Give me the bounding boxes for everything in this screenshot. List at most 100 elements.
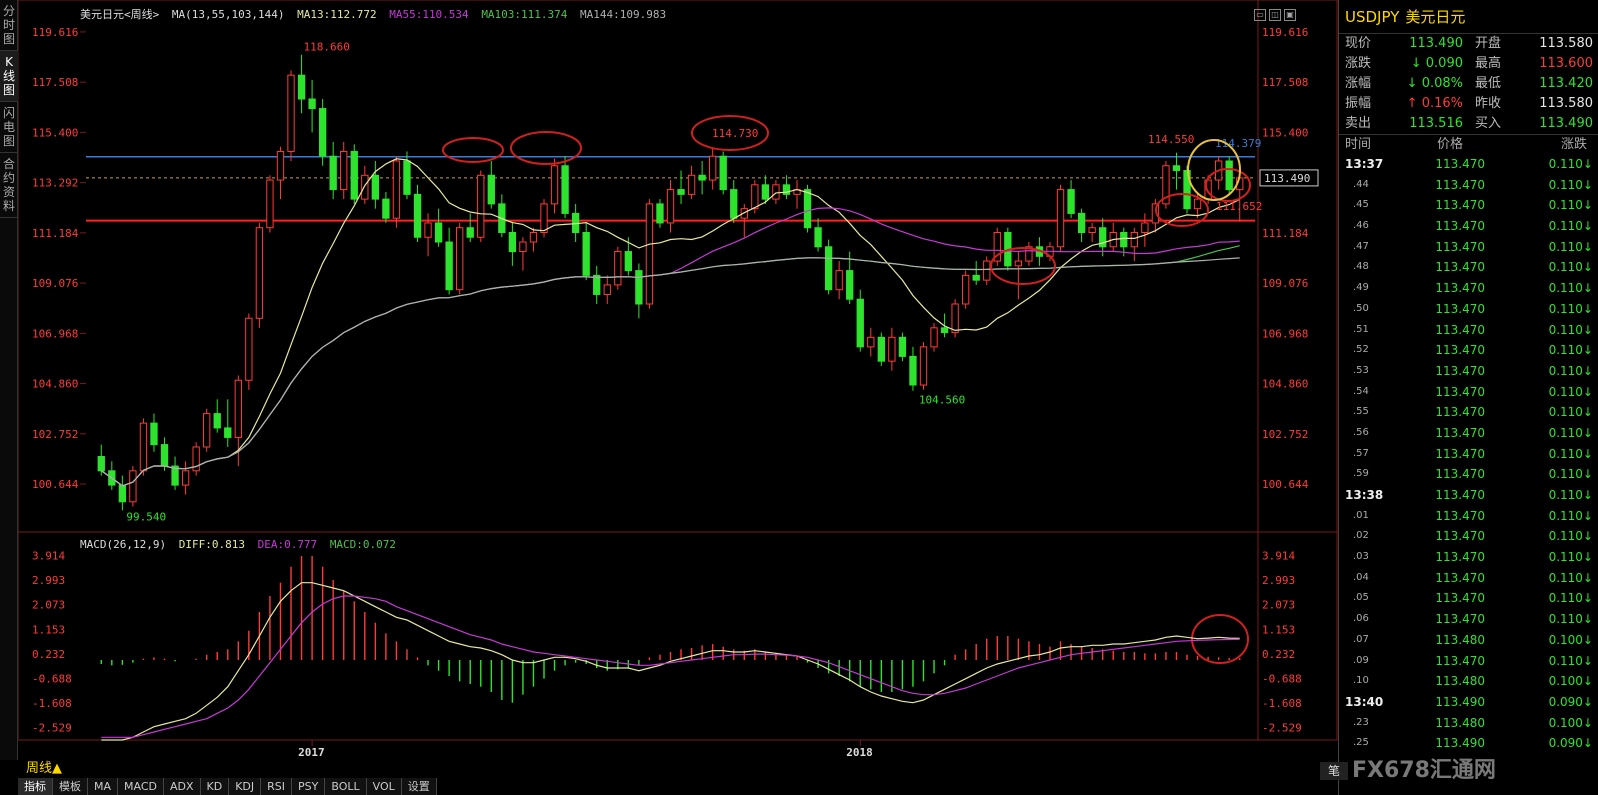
left-view-tabs: 分时图K线图闪电图合约资料	[0, 0, 18, 760]
ma13-value: MA13:112.772	[297, 8, 377, 21]
indicator-tab-boll[interactable]: BOLL	[325, 778, 367, 795]
tick-row[interactable]: .02 113.470 0.110↓	[1339, 526, 1598, 547]
candle-body	[139, 422, 148, 472]
macd-tick-left: 1.153	[32, 623, 65, 636]
tick-row[interactable]: .44 113.470 0.110↓	[1339, 175, 1598, 196]
tick-table[interactable]: 13:37 113.470 0.110↓ .44 113.470 0.110↓ .45 113…	[1339, 154, 1598, 754]
tick-row[interactable]: .01 113.470 0.110↓	[1339, 506, 1598, 527]
tick-time: 13:37	[1345, 157, 1384, 171]
indicator-tab-vol[interactable]: VOL	[366, 778, 402, 795]
indicator-tab-kdj[interactable]: KDJ	[229, 778, 262, 795]
tick-row[interactable]: .47 113.470 0.110↓	[1339, 237, 1598, 258]
quote-row: 卖出 113.516 买入 113.490	[1339, 114, 1598, 134]
candle-body	[97, 456, 105, 472]
indicator-tab-模板[interactable]: 模板	[53, 778, 88, 795]
tick-row[interactable]: 13:38 113.470 0.110↓	[1339, 485, 1598, 506]
macd-pane-frame	[17, 531, 1338, 741]
indicator-tab-ma[interactable]: MA	[88, 778, 119, 795]
tick-price: 113.470	[1435, 343, 1485, 358]
tick-row[interactable]: .25 113.490 0.090↓	[1339, 733, 1598, 754]
tick-table-header: 时间 价格 涨跌	[1339, 134, 1598, 154]
tick-row[interactable]: .54 113.470 0.110↓	[1339, 382, 1598, 403]
indicator-tab-设置[interactable]: 设置	[401, 778, 437, 795]
tick-row[interactable]: .23 113.480 0.100↓	[1339, 713, 1598, 734]
ma103-line	[100, 245, 1240, 487]
tick-row[interactable]: .53 113.470 0.110↓	[1339, 361, 1598, 382]
tick-time: .48	[1353, 261, 1369, 273]
tick-change: 0.090↓	[1548, 736, 1593, 751]
candle-body	[877, 336, 885, 362]
candle-body	[940, 327, 949, 334]
macd-params: MACD(26,12,9)	[80, 538, 167, 551]
tick-row[interactable]: .03 113.470 0.110↓	[1339, 547, 1598, 568]
indicator-tab-指标[interactable]: 指标	[18, 778, 53, 795]
tick-row[interactable]: .48 113.470 0.110↓	[1339, 257, 1598, 278]
tick-change: 0.110↓	[1548, 591, 1593, 606]
tick-row[interactable]: .51 113.470 0.110↓	[1339, 320, 1598, 341]
candle-body	[1120, 231, 1128, 248]
indicator-tab-adx[interactable]: ADX	[164, 778, 201, 795]
candle-body	[624, 251, 632, 272]
tick-row[interactable]: 13:37 113.470 0.110↓	[1339, 154, 1598, 175]
macd-tick-right: 3.914	[1262, 550, 1295, 563]
tick-row[interactable]: .56 113.470 0.110↓	[1339, 423, 1598, 444]
tick-row[interactable]: .46 113.470 0.110↓	[1339, 216, 1598, 237]
left-tab-2[interactable]: 闪电图	[0, 102, 18, 153]
tick-row[interactable]: .10 113.480 0.100↓	[1339, 671, 1598, 692]
tick-row[interactable]: .07 113.480 0.100↓	[1339, 630, 1598, 651]
quote-label: 最高	[1475, 56, 1502, 71]
tick-time: .50	[1353, 302, 1369, 314]
quote-label: 买入	[1475, 116, 1502, 131]
left-tab-1[interactable]: K线图	[0, 51, 18, 102]
tick-row[interactable]: .04 113.470 0.110↓	[1339, 568, 1598, 589]
restore-icon[interactable]: ◫	[1269, 9, 1281, 21]
quote-value: 113.580	[1539, 96, 1593, 111]
indicator-tab-macd[interactable]: MACD	[118, 778, 164, 795]
price-tick-right: 117.508	[1262, 76, 1308, 89]
tick-row[interactable]: .06 113.470 0.110↓	[1339, 609, 1598, 630]
candle-body	[118, 484, 127, 503]
kline-chart-area[interactable]: 美元日元<周线> MA(13,55,103,144) MA13:112.772 …	[17, 0, 1338, 760]
tick-change: 0.110↓	[1548, 363, 1593, 378]
tick-row[interactable]: .49 113.470 0.110↓	[1339, 278, 1598, 299]
draw-pen-button[interactable]: 笔	[1320, 762, 1348, 780]
candle-body	[582, 231, 590, 276]
minimize-icon[interactable]: ▭	[1254, 9, 1266, 21]
candle-body	[930, 327, 938, 348]
tick-price: 113.470	[1435, 239, 1485, 254]
candle-body	[719, 155, 727, 191]
price-tick-right: 104.860	[1262, 378, 1308, 391]
tick-time: .45	[1353, 199, 1369, 211]
tick-row[interactable]: .05 113.470 0.110↓	[1339, 588, 1598, 609]
tick-row[interactable]: .59 113.470 0.110↓	[1339, 464, 1598, 485]
indicator-tab-psy[interactable]: PSY	[292, 778, 326, 795]
tick-row[interactable]: .55 113.470 0.110↓	[1339, 402, 1598, 423]
tick-row[interactable]: .45 113.470 0.110↓	[1339, 195, 1598, 216]
candle-body	[666, 189, 675, 224]
quote-row: 涨跌 ↓ 0.090 最高 113.600	[1339, 54, 1598, 74]
tick-row[interactable]: .57 113.470 0.110↓	[1339, 444, 1598, 465]
tick-price: 113.470	[1435, 550, 1485, 565]
macd-tick-right: 1.153	[1262, 623, 1295, 636]
candle-body	[635, 270, 643, 305]
left-tab-0[interactable]: 分时图	[0, 0, 18, 51]
left-tab-3[interactable]: 合约资料	[0, 153, 18, 218]
tick-row[interactable]: 13:40 113.490 0.090↓	[1339, 692, 1598, 713]
tick-row[interactable]: .09 113.470 0.110↓	[1339, 651, 1598, 672]
price-tick-left: 115.400	[32, 126, 78, 139]
quote-value: 113.420	[1539, 76, 1593, 91]
price-tick-right: 111.184	[1262, 227, 1309, 240]
tick-row[interactable]: .50 113.470 0.110↓	[1339, 299, 1598, 320]
tick-change: 0.110↓	[1548, 198, 1593, 213]
tick-price: 113.470	[1435, 446, 1485, 461]
candle-body	[803, 189, 812, 229]
macd-tick-left: -0.688	[32, 672, 72, 685]
indicator-tab-rsi[interactable]: RSI	[261, 778, 293, 795]
maximize-icon[interactable]: ▣	[1284, 9, 1296, 21]
candle-body	[550, 165, 559, 205]
candle-body	[603, 284, 611, 295]
candle-body	[856, 298, 864, 348]
tick-row[interactable]: .52 113.470 0.110↓	[1339, 340, 1598, 361]
indicator-tab-kd[interactable]: KD	[200, 778, 230, 795]
period-selector[interactable]: 周线▲	[26, 760, 62, 778]
